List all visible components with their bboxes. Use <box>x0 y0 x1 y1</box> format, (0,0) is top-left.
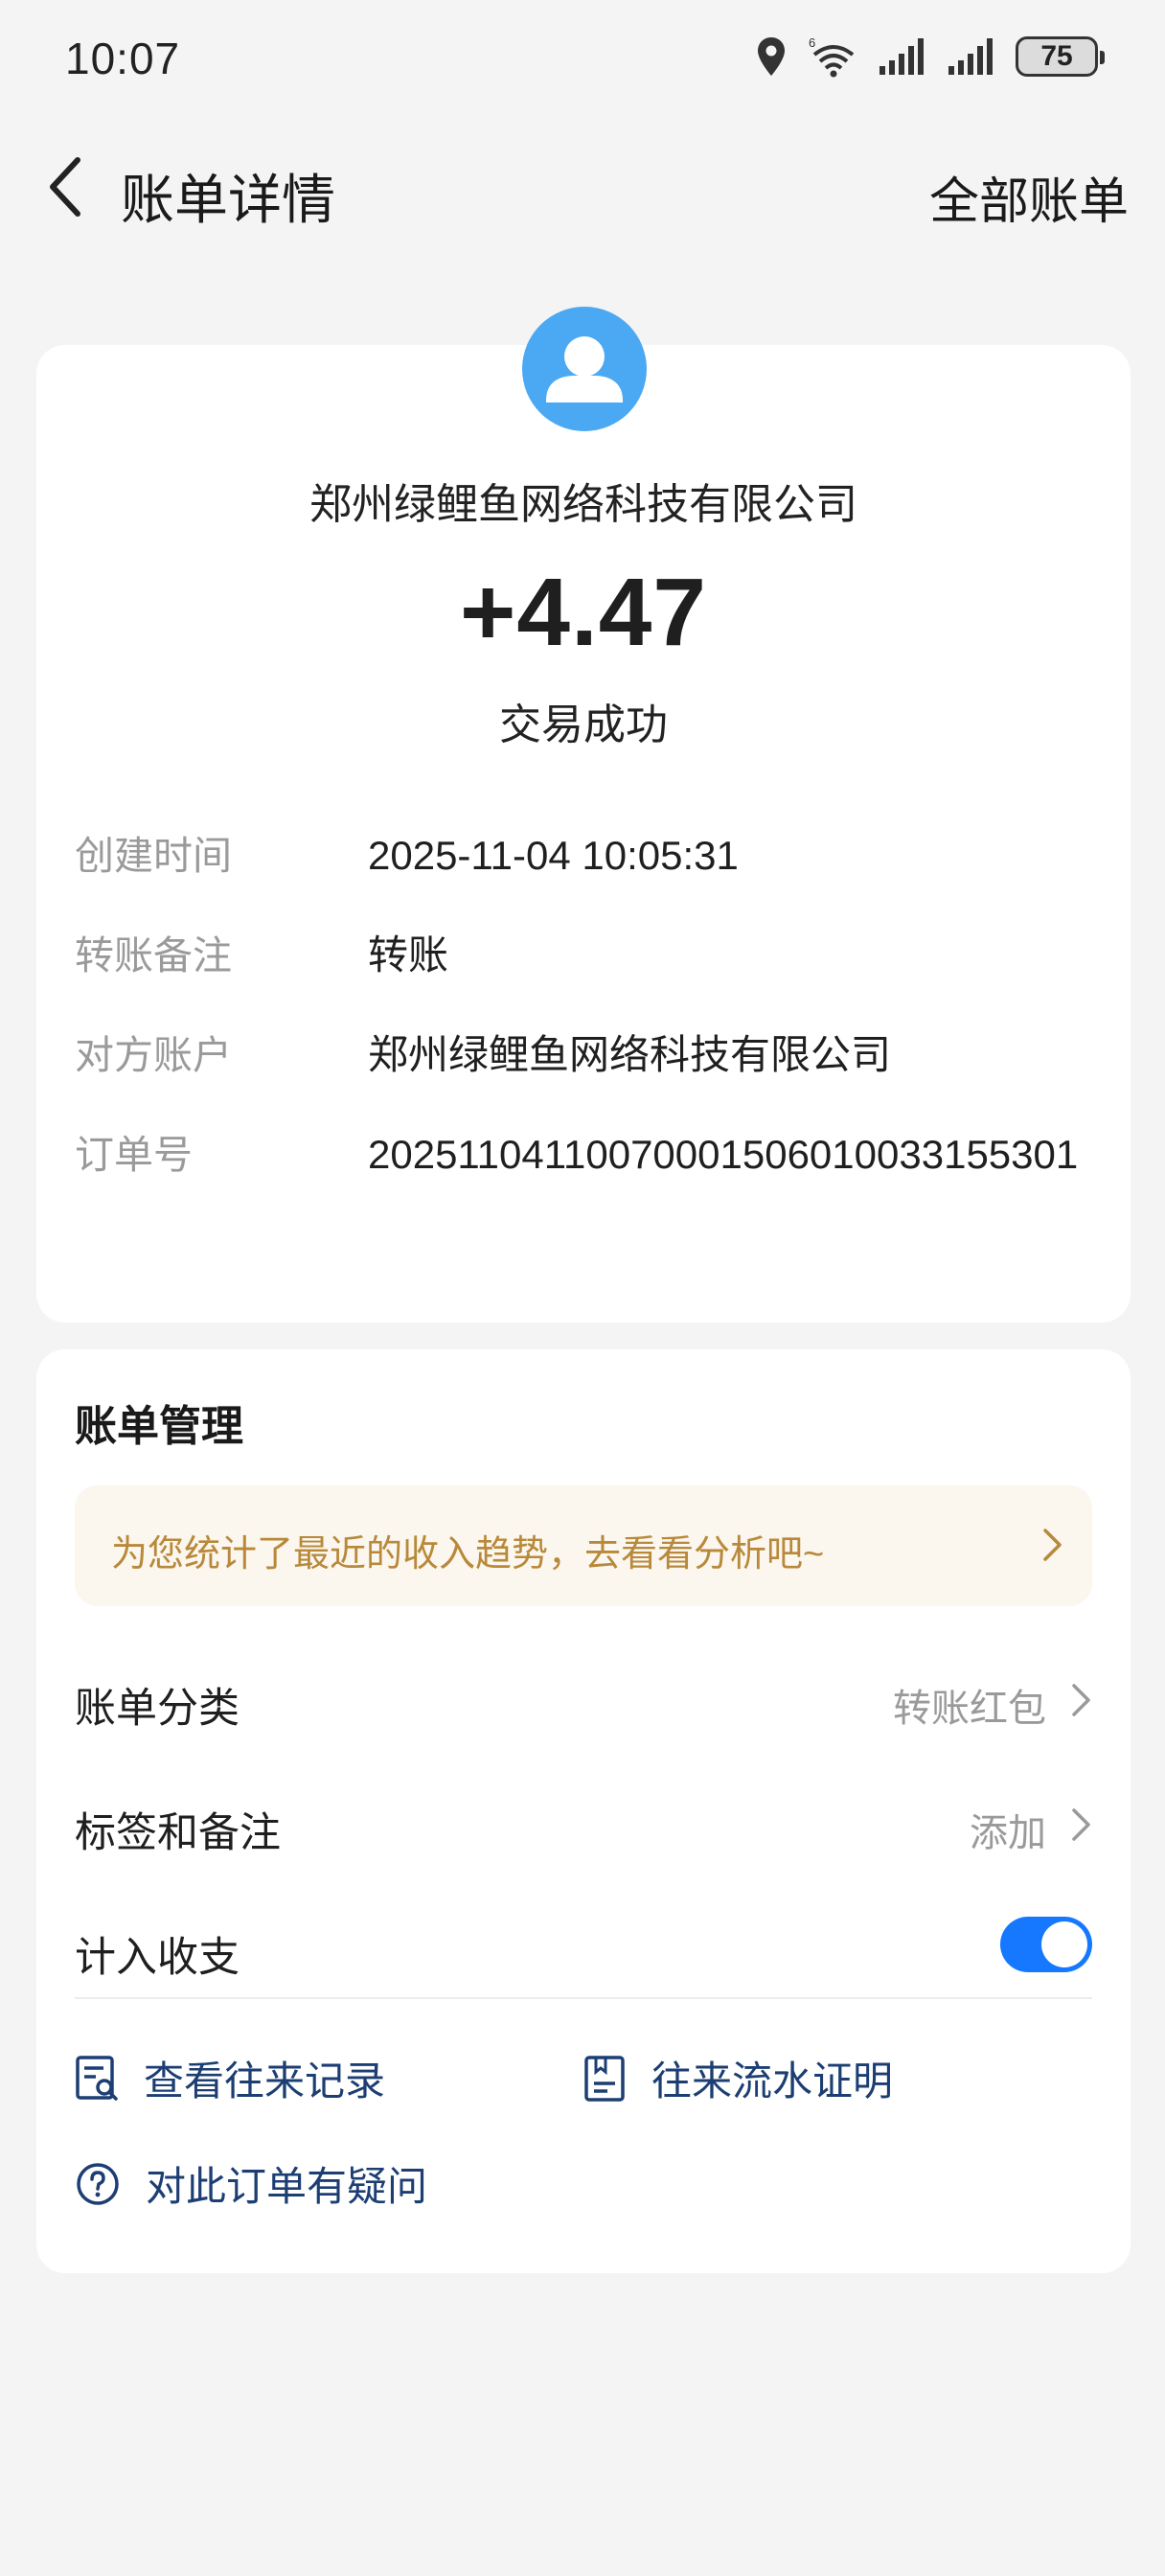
setting-label: 计入收支 <box>75 1935 240 1981</box>
page-title: 账单详情 <box>121 170 335 230</box>
insight-text: 为您统计了最近的收入趋势，去看看分析吧~ <box>111 1534 825 1575</box>
transaction-status: 交易成功 <box>499 702 668 748</box>
divider <box>75 1997 1092 1999</box>
nav-bar: 账单详情 全部账单 <box>0 134 1165 240</box>
view-records-link[interactable]: 查看往来记录 <box>75 2049 385 2107</box>
detail-value: 2025-11-04 10:05:31 <box>368 833 739 878</box>
order-question-link[interactable]: 对此订单有疑问 <box>75 2154 427 2213</box>
merchant-name: 郑州绿鲤鱼网络科技有限公司 <box>309 481 857 528</box>
order-number[interactable]: 20251104110070001506010033155301 <box>368 1125 1106 1184</box>
section-title: 账单管理 <box>75 1403 243 1450</box>
svg-text:6: 6 <box>809 35 815 50</box>
battery-level: 75 <box>1040 40 1073 72</box>
amount: +4.47 <box>459 559 708 666</box>
all-bills-link[interactable]: 全部账单 <box>929 161 1129 233</box>
chevron-right-icon <box>1072 1684 1090 1716</box>
question-circle-icon <box>77 2162 119 2205</box>
link-label: 查看往来记录 <box>144 2058 386 2104</box>
setting-value: 添加 <box>970 1812 1046 1854</box>
user-avatar-icon <box>522 307 647 431</box>
signal-icon <box>878 37 925 76</box>
wifi-icon: 6 <box>809 35 857 78</box>
chevron-right-icon <box>1072 1808 1090 1841</box>
setting-label: 账单分类 <box>75 1686 240 1732</box>
summary-card: 郑州绿鲤鱼网络科技有限公司 +4.47 交易成功 创建时间 2025-11-04… <box>36 345 1131 1322</box>
detail-value: 郑州绿鲤鱼网络科技有限公司 <box>368 1032 892 1077</box>
include-in-balance-toggle[interactable] <box>1000 1917 1092 1972</box>
bill-management-card: 账单管理 为您统计了最近的收入趋势，去看看分析吧~ 账单分类 转账红包 标签和备… <box>36 1349 1131 2273</box>
chevron-right-icon <box>1043 1529 1062 1561</box>
bill-category-row[interactable]: 账单分类 转账红包 <box>75 1668 1092 1735</box>
detail-label: 对方账户 <box>75 1033 232 1077</box>
detail-value: 转账 <box>368 932 449 978</box>
battery-icon: 75 <box>1016 36 1105 77</box>
include-in-balance-row: 计入收支 <box>75 1917 1092 1984</box>
toggle-knob <box>1041 1921 1087 1967</box>
detail-label: 订单号 <box>75 1133 193 1177</box>
status-icons: 6 75 <box>755 33 1105 80</box>
chevron-left-icon <box>50 157 80 217</box>
link-label: 对此订单有疑问 <box>146 2164 428 2209</box>
link-label: 往来流水证明 <box>651 2058 894 2104</box>
income-trend-banner[interactable]: 为您统计了最近的收入趋势，去看看分析吧~ <box>75 1485 1092 1606</box>
location-icon <box>755 35 788 78</box>
statement-proof-link[interactable]: 往来流水证明 <box>582 2049 893 2107</box>
signal-icon <box>947 37 994 76</box>
status-time: 10:07 <box>65 34 181 83</box>
record-search-icon <box>76 2055 118 2101</box>
setting-value: 转账红包 <box>893 1688 1046 1730</box>
detail-label: 创建时间 <box>75 834 232 878</box>
back-button[interactable] <box>29 151 100 222</box>
tags-notes-row[interactable]: 标签和备注 添加 <box>75 1792 1092 1859</box>
setting-label: 标签和备注 <box>75 1810 281 1856</box>
statement-icon <box>584 2055 625 2102</box>
detail-label: 转账备注 <box>75 933 232 978</box>
status-bar: 10:07 6 75 <box>0 0 1165 120</box>
